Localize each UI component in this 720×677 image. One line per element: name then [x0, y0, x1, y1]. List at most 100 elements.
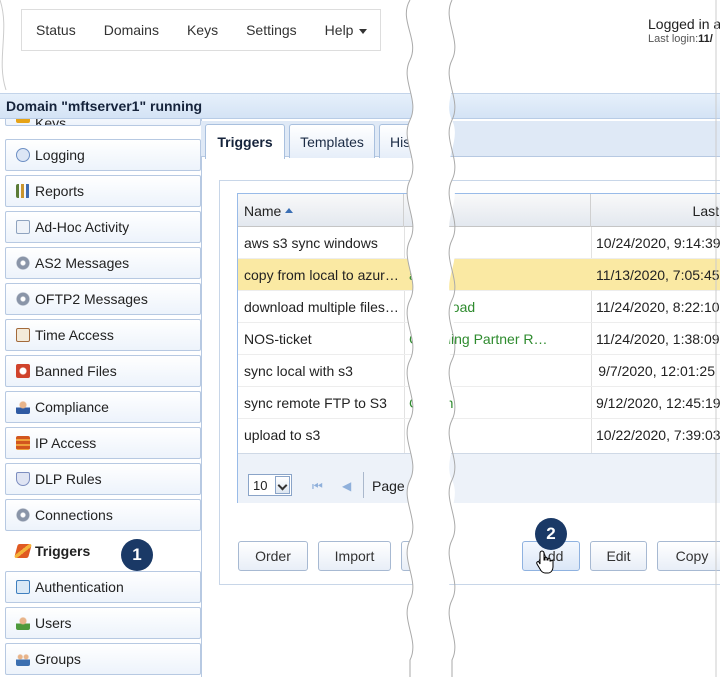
sidebar-item-time-access[interactable]: Time Access	[5, 319, 201, 351]
sidebar-item-label: Groups	[35, 651, 81, 667]
column-header-name-label: Name	[244, 202, 282, 219]
sidebar-item-label: IP Access	[35, 435, 97, 451]
sidebar-item-label: Triggers	[35, 543, 91, 559]
sidebar-item-groups[interactable]: Groups	[5, 643, 201, 675]
sidebar-item-label: OFTP2 Messages	[35, 291, 148, 307]
users-icon	[16, 652, 30, 666]
edit-button[interactable]: Edit	[590, 541, 647, 571]
column-header-name[interactable]: Name	[238, 194, 404, 227]
sidebar-item-label: Compliance	[35, 399, 109, 415]
sidebar-item-label: Logging	[35, 147, 85, 163]
sidebar-item-logging[interactable]: Logging	[5, 139, 201, 171]
sort-ascending-icon	[285, 208, 294, 213]
connections-icon	[16, 508, 30, 522]
banned-file-icon	[16, 364, 30, 378]
nav-settings[interactable]: Settings	[232, 22, 311, 38]
lightning-icon	[14, 544, 32, 558]
partial-button[interactable]	[401, 541, 421, 571]
user-icon	[16, 400, 30, 414]
table-row[interactable]: download multiple files… C ownload 11/24…	[238, 291, 720, 323]
column-header-last[interactable]: Last	[591, 194, 720, 227]
calendar-icon	[16, 328, 30, 342]
table-row[interactable]: sync remote FTP to S3 C ation 9/12/2020,…	[238, 387, 720, 419]
nav-domains[interactable]: Domains	[90, 22, 173, 38]
sidebar-item-oftp2-messages[interactable]: OFTP2 Messages	[5, 283, 201, 315]
bar-chart-icon	[16, 184, 30, 198]
step-badge-2: 2	[535, 518, 567, 550]
grid-header: Name E Last	[238, 194, 720, 227]
row-last-run: 9/12/2020, 12:45:19	[596, 395, 720, 411]
sidebar-item-users[interactable]: Users	[5, 607, 201, 639]
hand-cursor-icon	[536, 550, 554, 574]
chevron-down-icon	[359, 28, 368, 34]
table-row[interactable]: sync local with s3 ation 9/7/2020, 12:01…	[238, 355, 720, 387]
row-last-run: 11/24/2020, 8:22:10	[596, 299, 720, 315]
last-login-label: Last login:	[648, 33, 699, 45]
row-name: NOS-ticket	[244, 331, 312, 347]
column-header-event[interactable]: E	[404, 194, 591, 227]
sidebar-item-label: DLP Rules	[35, 471, 102, 487]
page-size-select[interactable]: 10	[248, 474, 292, 496]
page-label: Page	[372, 478, 405, 494]
pager-divider	[363, 472, 364, 498]
sidebar-item-label: Connections	[35, 507, 113, 523]
row-last-run: 10/24/2020, 9:14:39	[596, 235, 720, 251]
row-event: C Trading Partner R…	[409, 331, 548, 347]
top-nav: Status Domains Keys Settings Help	[21, 9, 381, 51]
id-card-icon	[16, 580, 30, 594]
sidebar-item-as2-messages[interactable]: AS2 Messages	[5, 247, 201, 279]
import-button[interactable]: Import	[318, 541, 391, 571]
tab-history[interactable]: His	[379, 124, 439, 158]
tab-templates[interactable]: Templates	[289, 124, 375, 158]
row-name: upload to s3	[244, 427, 321, 443]
sidebar-item-authentication[interactable]: Authentication	[5, 571, 201, 603]
firewall-icon	[16, 436, 30, 450]
sidebar-item-ip-access[interactable]: IP Access	[5, 427, 201, 459]
sidebar-item-triggers[interactable]: Triggers	[5, 535, 201, 567]
first-page-icon[interactable]: ⏮	[312, 479, 323, 494]
nav-help-label: Help	[324, 22, 354, 38]
row-last-run: 10/22/2020, 7:39:03	[596, 427, 720, 443]
screenshot: { "topnav": { "items": ["Status", "Domai…	[0, 0, 720, 677]
row-last-run: 9/7/2020, 12:01:25	[598, 363, 715, 379]
copy-button[interactable]: Copy	[657, 541, 720, 571]
logged-in-text: Logged in a	[648, 16, 720, 32]
sidebar-item-banned-files[interactable]: Banned Files	[5, 355, 201, 387]
page-size-value: 10	[253, 478, 268, 493]
row-event: C ation	[409, 235, 454, 251]
previous-page-icon[interactable]: ◀	[342, 479, 351, 493]
table-row-selected[interactable]: copy from local to azur… ation 11/13/202…	[238, 259, 720, 291]
sidebar-item-reports[interactable]: Reports	[5, 175, 201, 207]
order-button[interactable]: Order	[238, 541, 308, 571]
row-last-run: 11/24/2020, 1:38:09	[596, 331, 720, 347]
domain-status-bar: Domain "mftserver1" running	[0, 93, 720, 119]
row-event: C ownload	[409, 299, 476, 315]
column-header-last-label: Last	[692, 202, 719, 219]
sidebar-item-dlp-rules[interactable]: DLP Rules	[5, 463, 201, 495]
sidebar-item-ad-hoc-activity[interactable]: Ad-Hoc Activity	[5, 211, 201, 243]
sidebar-item-connections[interactable]: Connections	[5, 499, 201, 531]
row-name: aws s3 sync windows	[244, 235, 378, 251]
nav-help[interactable]: Help	[311, 22, 382, 38]
row-event: ation	[409, 363, 440, 379]
sidebar-item-label: Reports	[35, 183, 85, 199]
table-row[interactable]: aws s3 sync windows C ation 10/24/2020, …	[238, 227, 720, 259]
gear-icon	[16, 292, 30, 306]
domain-title: Domain "mftserver1" running	[6, 98, 203, 114]
row-name: sync local with s3	[244, 363, 353, 379]
nav-status[interactable]: Status	[22, 22, 90, 38]
tab-triggers[interactable]: Triggers	[205, 124, 285, 159]
last-login-value: 11/	[698, 33, 713, 45]
table-row[interactable]: NOS-ticket C Trading Partner R… 11/24/20…	[238, 323, 720, 355]
table-row[interactable]: upload to s3 10/22/2020, 7:39:03	[238, 419, 720, 451]
chevron-down-icon[interactable]	[275, 476, 290, 494]
sidebar-item-label: AS2 Messages	[35, 255, 130, 271]
speech-bubble-icon	[16, 148, 30, 162]
grid-pager: 10 ⏮ ◀ Page	[238, 453, 720, 503]
row-name: download multiple files…	[244, 299, 399, 315]
step-badge-1: 1	[121, 539, 153, 571]
sidebar-item-compliance[interactable]: Compliance	[5, 391, 201, 423]
row-last-run: 11/13/2020, 7:05:45	[596, 267, 720, 283]
user-green-icon	[16, 616, 30, 630]
nav-keys[interactable]: Keys	[173, 22, 232, 38]
